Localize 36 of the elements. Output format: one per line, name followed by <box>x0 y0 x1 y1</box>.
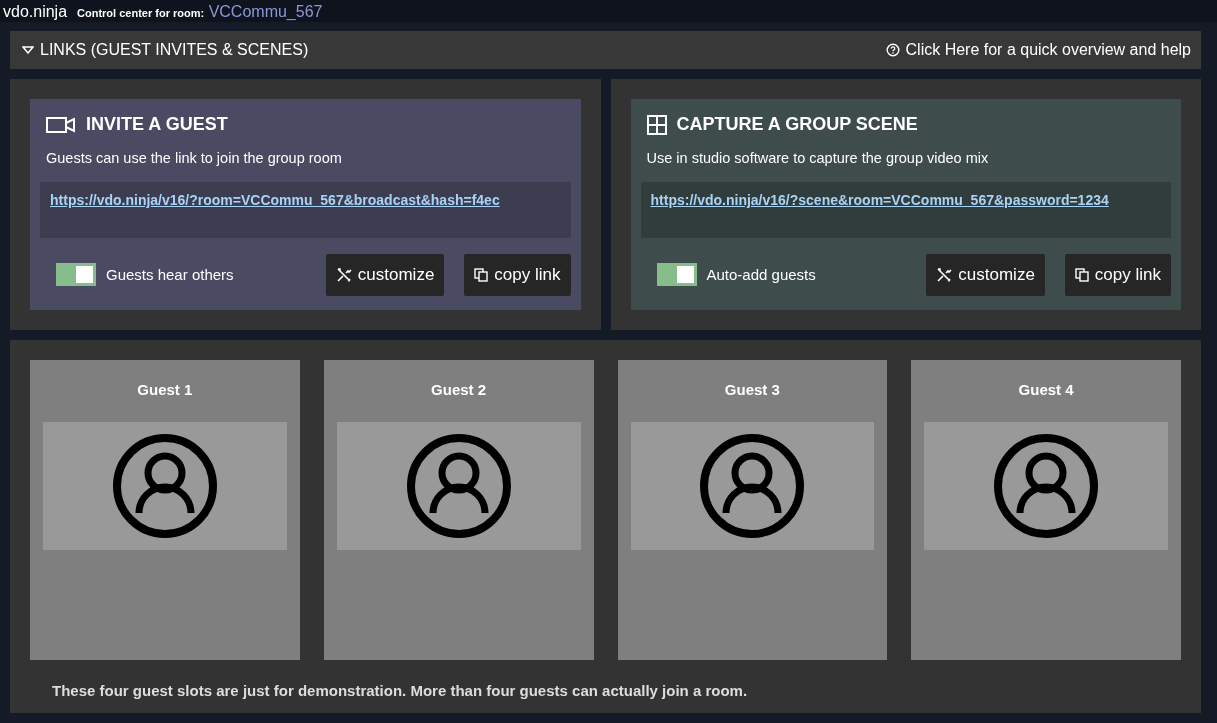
card-title: CAPTURE A GROUP SCENE <box>676 113 918 136</box>
toggle-switch[interactable] <box>56 263 96 287</box>
guest-name: Guest 3 <box>723 380 781 400</box>
guest-name: Guest 4 <box>1017 380 1075 400</box>
user-avatar-icon <box>699 432 806 539</box>
customize-button[interactable]: customize <box>926 253 1045 296</box>
card-title: INVITE A GUEST <box>86 113 228 136</box>
link-url[interactable]: https://vdo.ninja/v16/?room=VCCommu_567&broadcast&hash=f4ec <box>40 181 571 238</box>
links-section-toggle[interactable]: LINKS (GUEST INVITES & SCENES) <box>22 38 309 62</box>
user-avatar-icon <box>993 432 1100 539</box>
user-avatar-icon <box>405 432 512 539</box>
copy-icon <box>1074 267 1089 282</box>
card-description: Guests can use the link to join the group room <box>46 149 343 168</box>
help-link[interactable]: Click Here for a quick overview and help <box>885 38 1191 62</box>
demo-note: These four guest slots are just for demonstration. More than four guests can actually join a room. <box>52 681 749 701</box>
app-name: vdo.ninja <box>3 2 68 22</box>
help-icon <box>885 43 900 57</box>
caret-icon <box>22 46 34 54</box>
card-description: Use in studio software to capture the group video mix <box>646 149 990 168</box>
copy-icon <box>474 267 489 282</box>
user-avatar-icon <box>111 432 218 539</box>
room-name: VCCommu_567 <box>208 3 323 20</box>
link-url[interactable]: https://vdo.ninja/v16/?scene&room=VCCommu_567&password=1234 <box>640 181 1171 238</box>
guest-name: Guest 2 <box>430 380 488 400</box>
copy-link-button[interactable]: copy link <box>464 253 571 296</box>
toggle-switch[interactable] <box>656 263 697 287</box>
room-label: Control center for room: <box>77 7 205 19</box>
grid-icon <box>646 114 667 135</box>
tools-icon <box>936 266 953 283</box>
video-camera-icon <box>46 115 76 134</box>
toggle-label: Guests hear others <box>106 264 234 285</box>
guest-name: Guest 1 <box>136 380 194 400</box>
copy-link-button[interactable]: copy link <box>1064 253 1171 296</box>
tools-icon <box>335 266 352 283</box>
customize-button[interactable]: customize <box>325 253 445 296</box>
toggle-label: Auto-add guests <box>706 264 816 285</box>
